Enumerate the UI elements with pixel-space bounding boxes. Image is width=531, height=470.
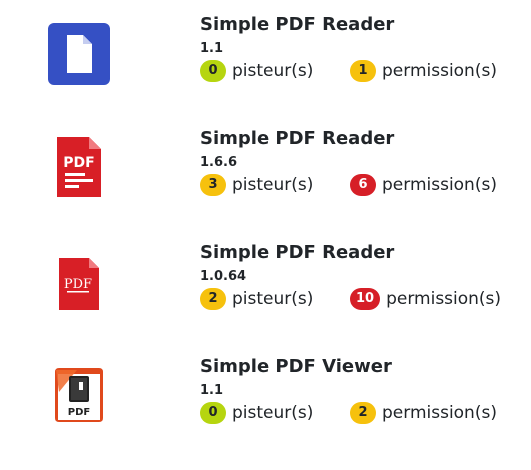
permissions-count-badge: 6: [350, 174, 376, 196]
app-icon-pdf-book: PDF: [46, 362, 112, 428]
trackers-count-badge: 2: [200, 288, 226, 310]
pdf-icon: PDF: [57, 137, 101, 197]
permissions-count-badge: 10: [350, 288, 381, 310]
pdf-book-icon: PDF: [55, 368, 103, 422]
app-name: Simple PDF Viewer: [200, 356, 392, 377]
app-icon-pdf: PDF: [46, 248, 112, 314]
app-name: Simple PDF Reader: [200, 242, 395, 263]
trackers-label: pisteur(s): [232, 61, 314, 81]
app-list-item[interactable]: PDF Simple PDF Reader 1.6.6 3 pisteur(s)…: [0, 128, 531, 242]
trackers-stat: 2 pisteur(s): [200, 287, 313, 311]
permissions-count-badge: 1: [350, 60, 376, 82]
permissions-label: permission(s): [382, 61, 497, 81]
trackers-label: pisteur(s): [232, 175, 314, 195]
app-version: 1.6.6: [200, 155, 238, 170]
permissions-stat: 6 permission(s): [350, 173, 497, 197]
svg-text:PDF: PDF: [64, 277, 92, 292]
document-icon: [48, 23, 110, 85]
trackers-count-badge: 0: [200, 402, 226, 424]
app-version: 1.1: [200, 41, 224, 56]
trackers-label: pisteur(s): [232, 289, 314, 309]
trackers-stat: 3 pisteur(s): [200, 173, 313, 197]
app-list-item[interactable]: Simple PDF Reader 1.1 0 pisteur(s) 1 per…: [0, 14, 531, 128]
trackers-count-badge: 3: [200, 174, 226, 196]
svg-text:PDF: PDF: [68, 407, 90, 418]
trackers-label: pisteur(s): [232, 403, 314, 423]
app-list-item[interactable]: PDF Simple PDF Viewer 1.1 0 pisteur(s) 2…: [0, 356, 531, 470]
app-icon-pdf: PDF: [46, 134, 112, 200]
app-name: Simple PDF Reader: [200, 14, 395, 35]
svg-text:PDF: PDF: [63, 155, 94, 171]
permissions-stat: 2 permission(s): [350, 401, 497, 425]
app-icon-document: [46, 21, 112, 87]
permissions-label: permission(s): [382, 175, 497, 195]
app-version: 1.1: [200, 383, 224, 398]
app-name: Simple PDF Reader: [200, 128, 395, 149]
permissions-stat: 10 permission(s): [350, 287, 501, 311]
permissions-stat: 1 permission(s): [350, 59, 497, 83]
app-version: 1.0.64: [200, 269, 247, 284]
trackers-count-badge: 0: [200, 60, 226, 82]
permissions-label: permission(s): [382, 403, 497, 423]
trackers-stat: 0 pisteur(s): [200, 59, 313, 83]
permissions-label: permission(s): [386, 289, 502, 309]
permissions-count-badge: 2: [350, 402, 376, 424]
app-list-item[interactable]: PDF Simple PDF Reader 1.0.64 2 pisteur(s…: [0, 242, 531, 356]
pdf-icon: PDF: [59, 258, 99, 310]
trackers-stat: 0 pisteur(s): [200, 401, 313, 425]
